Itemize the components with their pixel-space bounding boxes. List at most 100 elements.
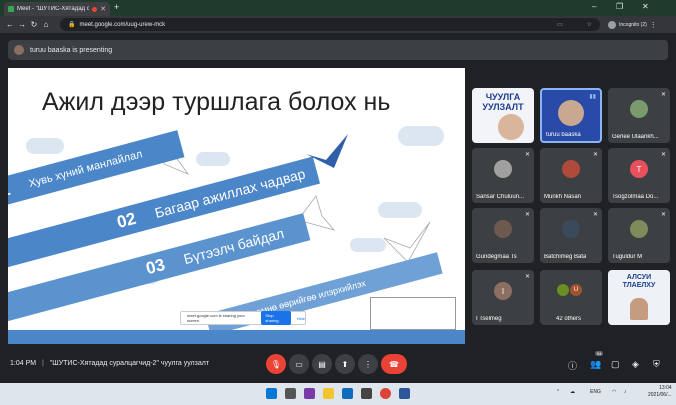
meeting-title: "ШУТИС-Хятадад суралцагчид-2" чуулга уул… (49, 360, 210, 367)
windows-taskbar: ⌃ ☁ ENG ◠ ♪ 13:04 2021/06/... (0, 383, 676, 405)
mic-off-icon: ✕ (592, 152, 598, 158)
participant-tile[interactable]: ▮▮ turuu baaska (540, 88, 602, 143)
poster-label: ЧУУЛГА УУЛЗАЛТ (482, 92, 524, 112)
participant-tile[interactable]: ЧУУЛГА УУЛЗАЛТ (472, 88, 534, 143)
chrome-icon[interactable] (380, 388, 391, 399)
screen-share-notice: meet.google.com is sharing your screen. … (180, 311, 306, 325)
search-icon[interactable] (285, 388, 296, 399)
close-window-button[interactable]: ✕ (642, 2, 649, 11)
bookmark-star-icon[interactable]: ☆ (587, 21, 592, 28)
volume-icon[interactable]: ♪ (624, 389, 627, 395)
slide-bottom-band (8, 330, 465, 344)
poster-label: АЛСУИ ТЛАЕЛХУ (622, 274, 656, 289)
presenting-text: turuu baaska is presenting (30, 46, 113, 54)
participant-tile[interactable]: ✕ Batchimeg Bata (540, 208, 602, 263)
cloud-decoration (196, 152, 230, 166)
participant-tile[interactable]: T ✕ Tsogzolmaa Do... (608, 148, 670, 203)
mic-off-icon: ✕ (524, 274, 530, 280)
meeting-controls-bar: 1:04 PM | "ШУТИС-Хятадад суралцагчид-2" … (0, 345, 676, 383)
new-tab-button[interactable]: + (114, 2, 119, 12)
participant-avatar: I (494, 282, 512, 300)
camera-button[interactable]: ▭ (289, 354, 309, 374)
participant-name: Gundegmaa Ts (476, 254, 517, 260)
cast-icon[interactable]: ▭ (557, 21, 563, 28)
participant-photo (562, 220, 580, 238)
participant-avatar: T (630, 160, 648, 178)
participant-photo (558, 100, 584, 126)
chat-icon[interactable]: ▢ (611, 359, 620, 370)
store-icon[interactable] (361, 388, 372, 399)
url-bar[interactable]: 🔒 meet.google.com/uug-urew-mck ▭ ☆ (60, 18, 600, 31)
participant-photo (498, 114, 524, 140)
participant-name: Batchimeg Bata (544, 254, 587, 260)
forward-button[interactable]: → (16, 20, 28, 29)
tab-title: Meet - "ШУТИС-Хятадад су (17, 6, 89, 12)
end-call-button[interactable]: ☎ (381, 354, 407, 374)
participant-tile[interactable]: I ✕ I Tselmeg (472, 270, 534, 325)
participant-tile[interactable]: АЛСУИ ТЛАЕЛХУ (608, 270, 670, 325)
participant-tile[interactable]: ✕ Sansar Chuluun... (472, 148, 534, 203)
home-button[interactable]: ⌂ (40, 20, 52, 29)
browser-tab-bar: Meet - "ШУТИС-Хятадад су ✕ + – ❐ ✕ (0, 0, 676, 16)
others-avatar: U (570, 284, 582, 296)
incognito-icon (608, 20, 616, 29)
others-avatar (557, 284, 569, 296)
mic-off-icon: ✕ (592, 212, 598, 218)
teams-icon[interactable] (304, 388, 315, 399)
maximize-button[interactable]: ❐ (616, 2, 623, 11)
word-icon[interactable] (399, 388, 410, 399)
menu-dots-icon[interactable]: ⋮ (650, 21, 657, 29)
cloud-decoration (398, 126, 444, 146)
minimize-button[interactable]: – (592, 2, 596, 11)
hide-button[interactable]: Hide (297, 316, 305, 321)
recording-indicator-icon (92, 6, 97, 12)
participant-name: Sansar Chuluun... (476, 194, 525, 200)
stop-sharing-button[interactable]: Stop sharing (261, 311, 291, 325)
presenting-banner: turuu baaska is presenting (8, 40, 668, 60)
mic-off-button[interactable]: 🎙 (266, 354, 286, 374)
present-button[interactable]: ⬆ (335, 354, 355, 374)
reload-button[interactable]: ↻ (28, 20, 40, 29)
participant-photo (494, 160, 512, 178)
participant-name: turuu baaska (546, 132, 581, 138)
incognito-label: Incognito (2) (619, 21, 647, 28)
meeting-time: 1:04 PM (10, 360, 37, 367)
participant-tile[interactable]: ✕ Munkh Nasan (540, 148, 602, 203)
mic-off-icon: ✕ (524, 212, 530, 218)
url-text: meet.google.com/uug-urew-mck (79, 21, 166, 28)
mic-off-icon: ✕ (660, 212, 666, 218)
activities-icon[interactable]: ◈ (632, 359, 639, 370)
language-indicator[interactable]: ENG (590, 389, 601, 395)
back-button[interactable]: ← (4, 20, 16, 29)
meeting-info: 1:04 PM | "ШУТИС-Хятадад суралцагчид-2" … (10, 360, 210, 367)
tray-chevron-icon[interactable]: ⌃ (556, 389, 560, 395)
info-icon[interactable]: ⓘ (568, 359, 577, 372)
wifi-icon[interactable]: ◠ (612, 389, 616, 395)
mic-off-icon: ✕ (524, 152, 530, 158)
participant-tile[interactable]: ✕ Tuguldur M (608, 208, 670, 263)
host-controls-icon[interactable]: ⛨ (653, 359, 660, 370)
slide-item-text: Бүтээлч байдал (181, 225, 286, 268)
incognito-profile[interactable]: Incognito (2) ⋮ (608, 19, 657, 30)
browser-tab[interactable]: Meet - "ШУТИС-Хятадад су ✕ (4, 2, 110, 16)
edge-icon[interactable] (342, 388, 353, 399)
cloud-icon[interactable]: ☁ (570, 389, 575, 395)
file-explorer-icon[interactable] (323, 388, 334, 399)
captions-button[interactable]: ▤ (312, 354, 332, 374)
clock-time: 13:04 (659, 385, 672, 391)
slide-item-num: 03 (143, 254, 168, 279)
taskbar-clock[interactable]: 13:04 2021/06/... (648, 385, 672, 399)
mic-off-icon: ✕ (660, 92, 666, 98)
meet-favicon-icon (8, 6, 14, 12)
clock-date: 2021/06/... (648, 392, 672, 398)
people-icon[interactable]: 👥 (590, 359, 601, 370)
participant-tile[interactable]: ✕ Gerlee Ulaankh... (608, 88, 670, 143)
participant-tile[interactable]: ✕ Gundegmaa Ts (472, 208, 534, 263)
more-options-button[interactable]: ⋮ (358, 354, 378, 374)
others-tile[interactable]: U 42 others (540, 270, 602, 325)
cloud-decoration (26, 138, 64, 154)
lock-icon: 🔒 (68, 22, 76, 28)
participant-name: I Tselmeg (476, 316, 502, 322)
start-button-icon[interactable] (266, 388, 277, 399)
tab-close-icon[interactable]: ✕ (100, 5, 106, 13)
